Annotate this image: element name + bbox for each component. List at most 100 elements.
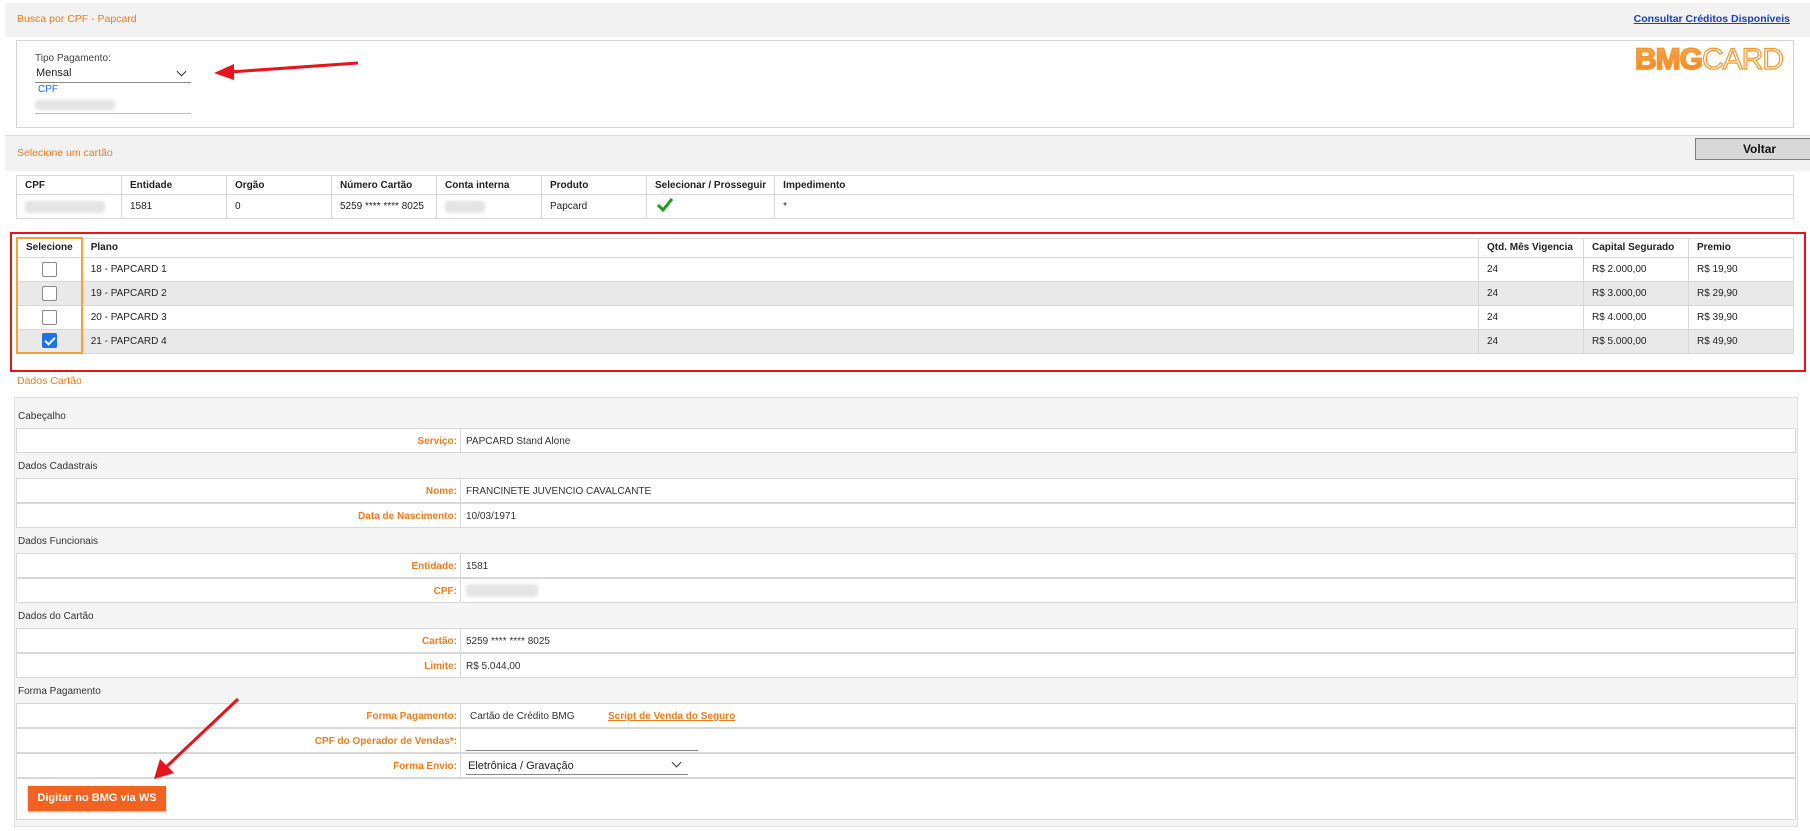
cpf-value-masked bbox=[466, 584, 538, 597]
cell-premio: R$ 39,90 bbox=[1688, 304, 1794, 330]
col-premio: Premio bbox=[1688, 237, 1794, 258]
col-numero-cartao: Número Cartão bbox=[331, 175, 437, 195]
select-card-title: Selecione um cartão bbox=[17, 147, 113, 159]
cell-capital: R$ 3.000,00 bbox=[1583, 280, 1689, 306]
col-orgao: Orgão bbox=[226, 175, 332, 195]
nome-label: Nome: bbox=[425, 486, 457, 497]
section-forma-pagamento: Forma Pagamento bbox=[18, 686, 101, 697]
cell-capital: R$ 5.000,00 bbox=[1583, 328, 1689, 354]
cpf-label: CPF bbox=[38, 84, 58, 95]
limite-label: Limite: bbox=[424, 661, 457, 672]
plan-checkbox-2[interactable] bbox=[41, 285, 57, 301]
select-card-bar: Selecione um cartão bbox=[5, 135, 1810, 171]
header-bar: Busca por CPF - Papcard Consultar Crédit… bbox=[5, 3, 1810, 37]
nome-value: FRANCINETE JUVENCIO CAVALCANTE bbox=[466, 486, 652, 497]
col-conta-interna: Conta interna bbox=[436, 175, 542, 195]
col-capital: Capital Segurado bbox=[1583, 237, 1689, 258]
row-nascimento: Data de Nascimento: 10/03/1971 bbox=[16, 503, 1796, 528]
row-cpf: CPF: bbox=[16, 578, 1796, 603]
cell-numero: 5259 **** **** 8025 bbox=[331, 194, 437, 219]
script-venda-link[interactable]: Script de Venda do Seguro bbox=[608, 711, 735, 722]
cell-qtd: 24 bbox=[1478, 304, 1584, 330]
digitar-bmg-button[interactable]: Digitar no BMG via WS bbox=[28, 786, 166, 811]
cell-premio: R$ 29,90 bbox=[1688, 280, 1794, 306]
nascimento-value: 10/03/1971 bbox=[466, 511, 517, 522]
prosseguir-checkmark-icon[interactable] bbox=[645, 194, 776, 219]
cell-qtd: 24 bbox=[1478, 256, 1584, 282]
voltar-button[interactable]: Voltar bbox=[1695, 138, 1810, 160]
cell-premio: R$ 49,90 bbox=[1688, 328, 1794, 354]
cell-orgao: 0 bbox=[226, 194, 332, 219]
operador-cpf-input[interactable] bbox=[466, 732, 698, 751]
forma-pagamento-value: Cartão de Crédito BMG bbox=[470, 711, 575, 722]
annotation-arrow-bottom bbox=[154, 697, 240, 779]
cell-impedimento: * bbox=[774, 194, 1794, 219]
cpf-input[interactable] bbox=[35, 96, 191, 114]
entidade-label: Entidade: bbox=[411, 561, 457, 572]
cell-plano: 20 - PAPCARD 3 bbox=[81, 304, 1479, 330]
forma-envio-select[interactable]: Eletrônica / Gravação bbox=[466, 757, 688, 775]
plan-checkbox-1[interactable] bbox=[41, 261, 57, 277]
cell-plano: 19 - PAPCARD 2 bbox=[81, 280, 1479, 306]
chevron-down-icon bbox=[671, 757, 682, 768]
submit-area bbox=[16, 778, 1796, 820]
row-limite: Limite: R$ 5.044,00 bbox=[16, 653, 1796, 678]
consultar-creditos-link[interactable]: Consultar Créditos Disponíveis bbox=[1634, 13, 1790, 25]
cell-entidade: 1581 bbox=[121, 194, 227, 219]
cell-cpf bbox=[16, 194, 122, 219]
tipo-pagamento-value: Mensal bbox=[36, 67, 72, 79]
row-forma-pagamento: Forma Pagamento: Cartão de Crédito BMG S… bbox=[16, 703, 1796, 728]
chevron-down-icon bbox=[176, 66, 187, 77]
col-produto: Produto bbox=[541, 175, 647, 195]
bmgcard-logo: BMGCARD bbox=[1634, 42, 1784, 77]
nascimento-label: Data de Nascimento: bbox=[358, 511, 457, 522]
cell-produto: Papcard bbox=[541, 194, 647, 219]
cards-table: CPF Entidade Orgão Número Cartão Conta i… bbox=[16, 175, 1794, 219]
servico-label: Serviço: bbox=[417, 436, 457, 447]
table-row: 18 - PAPCARD 1 24 R$ 2.000,00 R$ 19,90 bbox=[16, 256, 1794, 282]
row-operador: CPF do Operador de Vendas*: bbox=[16, 728, 1796, 753]
forma-envio-label: Forma Envio: bbox=[393, 761, 457, 772]
cell-qtd: 24 bbox=[1478, 328, 1584, 354]
table-row: 21 - PAPCARD 4 24 R$ 5.000,00 R$ 49,90 bbox=[16, 328, 1794, 354]
col-impedimento: Impedimento bbox=[774, 175, 1794, 195]
annotation-arrow-top bbox=[214, 61, 359, 80]
col-selecione: Selecione bbox=[16, 237, 83, 258]
cell-qtd: 24 bbox=[1478, 280, 1584, 306]
table-row: 20 - PAPCARD 3 24 R$ 4.000,00 R$ 39,90 bbox=[16, 304, 1794, 330]
row-nome: Nome: FRANCINETE JUVENCIO CAVALCANTE bbox=[16, 478, 1796, 503]
cpf-input-masked bbox=[35, 100, 115, 110]
forma-envio-value: Eletrônica / Gravação bbox=[468, 760, 574, 772]
col-cpf: CPF bbox=[16, 175, 122, 195]
row-cartao: Cartão: 5259 **** **** 8025 bbox=[16, 628, 1796, 653]
cell-premio: R$ 19,90 bbox=[1688, 256, 1794, 282]
logo-bmg: BMG bbox=[1634, 42, 1704, 77]
row-forma-envio: Forma Envio: Eletrônica / Gravação bbox=[16, 753, 1796, 778]
section-funcionais: Dados Funcionais bbox=[18, 536, 99, 547]
servico-value: PAPCARD Stand Alone bbox=[466, 436, 571, 447]
cell-capital: R$ 2.000,00 bbox=[1583, 256, 1689, 282]
cell-plano: 21 - PAPCARD 4 bbox=[81, 328, 1479, 354]
row-entidade: Entidade: 1581 bbox=[16, 553, 1796, 578]
section-cartao: Dados do Cartão bbox=[18, 611, 94, 622]
operador-label: CPF do Operador de Vendas*: bbox=[314, 736, 457, 747]
section-cadastrais: Dados Cadastrais bbox=[18, 461, 98, 472]
col-qtd: Qtd. Mês Vigencia bbox=[1478, 237, 1584, 258]
row-servico: Serviço: PAPCARD Stand Alone bbox=[16, 428, 1796, 453]
col-selecionar: Selecionar / Prosseguir bbox=[645, 175, 776, 195]
cpf-label-dados: CPF: bbox=[433, 586, 457, 597]
cell-capital: R$ 4.000,00 bbox=[1583, 304, 1689, 330]
table-row: 1581 0 5259 **** **** 8025 Papcard * bbox=[16, 194, 1794, 219]
plan-checkbox-4[interactable] bbox=[41, 333, 57, 349]
entidade-value: 1581 bbox=[466, 561, 489, 572]
tipo-pagamento-select[interactable]: Mensal bbox=[35, 65, 191, 83]
col-plano: Plano bbox=[81, 237, 1479, 258]
plan-checkbox-3[interactable] bbox=[41, 309, 57, 325]
tipo-pagamento-label: Tipo Pagamento: bbox=[35, 53, 111, 64]
limite-value: R$ 5.044,00 bbox=[466, 661, 521, 672]
forma-pagamento-label: Forma Pagamento: bbox=[366, 711, 457, 722]
plans-table: Selecione Plano Qtd. Mês Vigencia Capita… bbox=[16, 237, 1794, 354]
cartao-label: Cartão: bbox=[421, 636, 457, 647]
cell-conta bbox=[436, 194, 542, 219]
cartao-value: 5259 **** **** 8025 bbox=[466, 636, 550, 647]
